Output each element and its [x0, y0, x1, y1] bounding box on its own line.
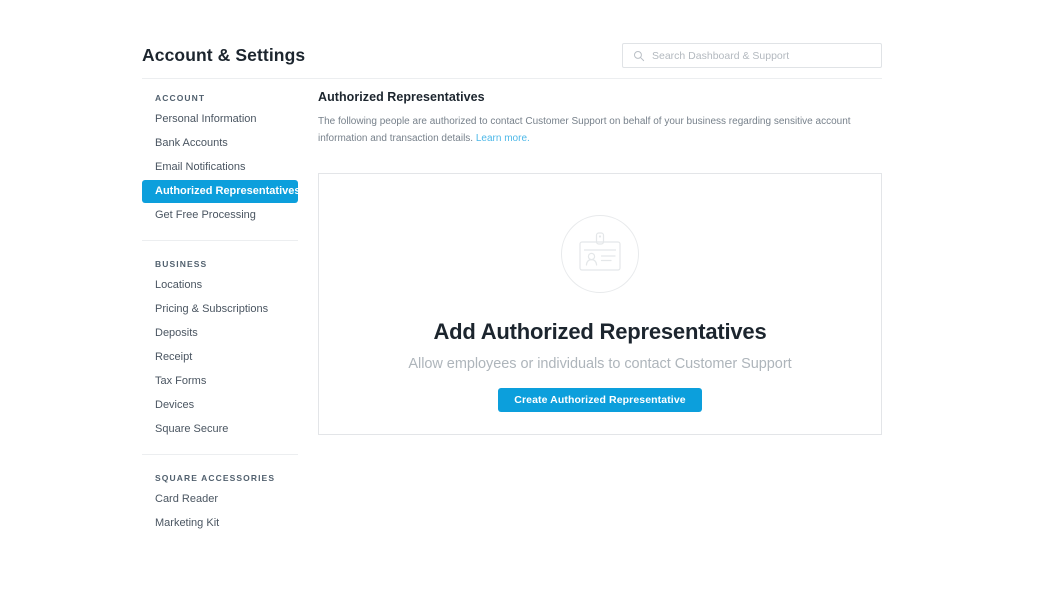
sidebar-item-pricing-subscriptions[interactable]: Pricing & Subscriptions — [142, 298, 300, 321]
sidebar-heading-square-accessories: SQUARE ACCESSORIES — [142, 468, 300, 488]
sidebar-heading-business: BUSINESS — [142, 254, 300, 274]
sidebar-divider-2 — [142, 454, 298, 455]
learn-more-link[interactable]: Learn more. — [476, 133, 530, 144]
sidebar-item-marketing-kit[interactable]: Marketing Kit — [142, 512, 300, 535]
main-content: Authorized Representatives The following… — [318, 90, 882, 147]
sidebar-item-devices[interactable]: Devices — [142, 394, 300, 417]
sidebar-item-card-reader[interactable]: Card Reader — [142, 488, 300, 511]
page-title: Account & Settings — [142, 45, 305, 66]
sidebar-item-tax-forms[interactable]: Tax Forms — [142, 370, 300, 393]
empty-state-subtitle: Allow employees or individuals to contac… — [408, 356, 791, 372]
empty-state-title: Add Authorized Representatives — [433, 319, 766, 345]
section-title: Authorized Representatives — [318, 90, 882, 104]
page-header: Account & Settings — [142, 40, 882, 78]
empty-state-icon-circle — [561, 215, 639, 293]
search-icon — [633, 50, 645, 62]
sidebar-item-email-notifications[interactable]: Email Notifications — [142, 156, 300, 179]
sidebar-item-authorized-representatives[interactable]: Authorized Representatives — [142, 180, 298, 203]
sidebar-item-deposits[interactable]: Deposits — [142, 322, 300, 345]
sidebar-item-receipt[interactable]: Receipt — [142, 346, 300, 369]
empty-state-card: Add Authorized Representatives Allow emp… — [318, 173, 882, 435]
id-badge-icon — [574, 230, 626, 278]
sidebar-heading-account: ACCOUNT — [142, 88, 300, 108]
header-divider — [142, 78, 882, 79]
account-settings-page: Account & Settings ACCOUNT Personal Info… — [0, 0, 1046, 593]
sidebar-item-personal-information[interactable]: Personal Information — [142, 108, 300, 131]
create-authorized-representative-button[interactable]: Create Authorized Representative — [498, 388, 701, 412]
section-description: The following people are authorized to c… — [318, 113, 882, 147]
section-description-text: The following people are authorized to c… — [318, 116, 851, 144]
sidebar-item-locations[interactable]: Locations — [142, 274, 300, 297]
sidebar-group-square-accessories: SQUARE ACCESSORIES Card Reader Marketing… — [142, 468, 300, 535]
settings-sidebar: ACCOUNT Personal Information Bank Accoun… — [142, 88, 300, 536]
sidebar-divider-1 — [142, 240, 298, 241]
sidebar-item-bank-accounts[interactable]: Bank Accounts — [142, 132, 300, 155]
sidebar-group-business: BUSINESS Locations Pricing & Subscriptio… — [142, 254, 300, 441]
sidebar-item-get-free-processing[interactable]: Get Free Processing — [142, 204, 300, 227]
search-input[interactable] — [652, 50, 852, 62]
search-box[interactable] — [622, 43, 882, 68]
sidebar-item-square-secure[interactable]: Square Secure — [142, 418, 300, 441]
sidebar-group-account: ACCOUNT Personal Information Bank Accoun… — [142, 88, 300, 227]
